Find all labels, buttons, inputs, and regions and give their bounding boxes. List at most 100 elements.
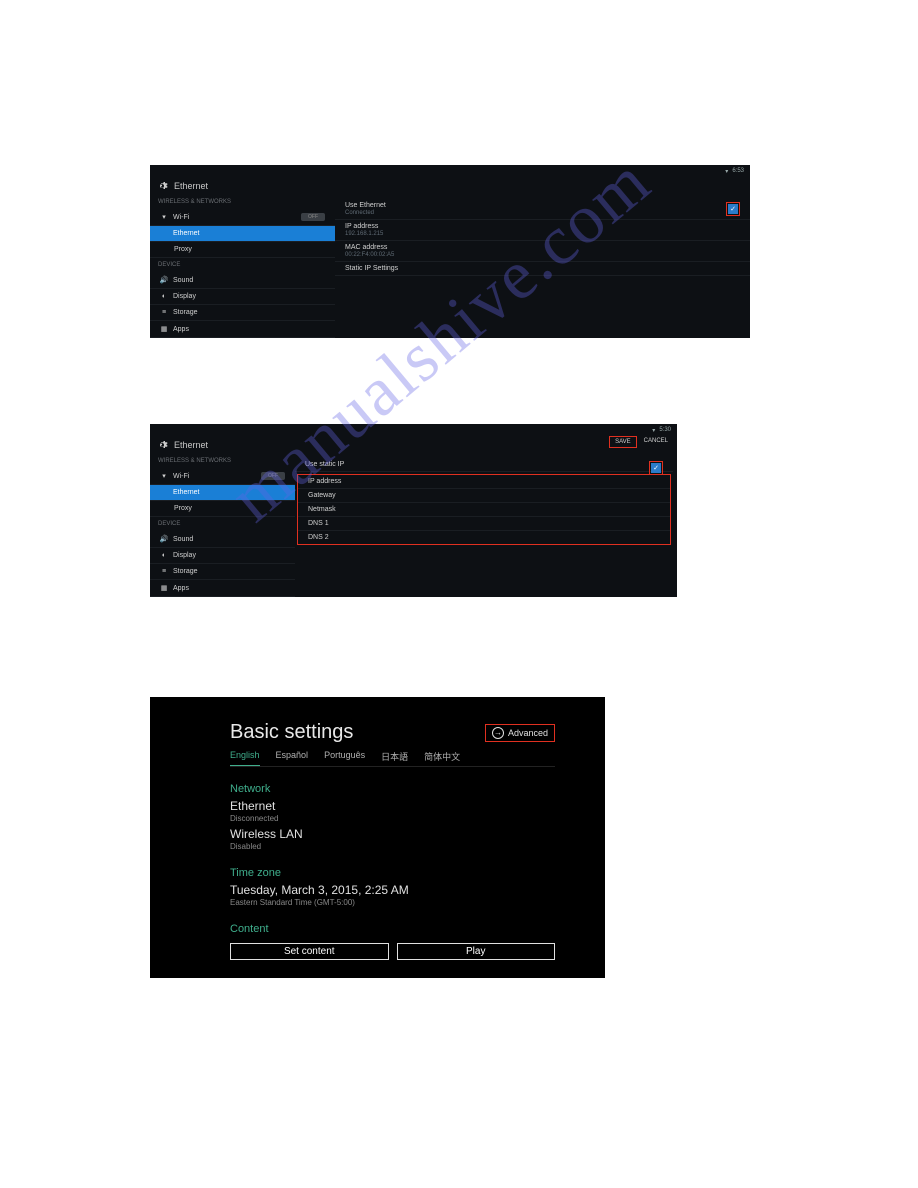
- entry-status: Disabled: [230, 842, 555, 851]
- use-ethernet-row[interactable]: ✓ Use Ethernet Connected: [335, 199, 750, 220]
- wifi-toggle[interactable]: OFF: [301, 213, 325, 221]
- gear-icon: [156, 439, 168, 451]
- sidebar-section-wireless: WIRELESS & NETWORKS: [150, 195, 335, 209]
- cancel-button[interactable]: CANCEL: [639, 436, 673, 448]
- language-tabs: English Español Português 日本語 简体中文: [230, 750, 555, 767]
- main-content: ✓ Use Ethernet Connected IP address 192.…: [335, 195, 750, 338]
- clock: 6:53: [732, 168, 744, 174]
- set-content-button[interactable]: Set content: [230, 943, 389, 960]
- tab-portugues[interactable]: Português: [324, 750, 365, 766]
- wifi-icon: ▾: [160, 472, 168, 480]
- sidebar-item-sound[interactable]: 🔊 Sound: [150, 531, 295, 548]
- tab-english[interactable]: English: [230, 750, 260, 766]
- sidebar-item-storage[interactable]: ≡Storage: [150, 564, 295, 580]
- sidebar-item-ethernet[interactable]: Ethernet: [150, 485, 295, 501]
- arrow-right-circle-icon: →: [492, 727, 504, 739]
- ethernet-entry[interactable]: Ethernet Disconnected: [230, 799, 555, 823]
- sidebar-label: Wi-Fi: [173, 214, 189, 221]
- row-label: IP address: [308, 478, 660, 485]
- row-label: DNS 1: [308, 520, 660, 527]
- ip-address-field[interactable]: IP address: [298, 475, 670, 489]
- sidebar: WIRELESS & NETWORKS ▾ Wi-Fi OFF Ethernet…: [150, 195, 335, 338]
- sidebar-section-wireless: WIRELESS & NETWORKS: [150, 454, 295, 468]
- settings-panel-2: ▾ 5:30 SAVE CANCEL Ethernet WIRELESS & N…: [150, 424, 677, 597]
- row-label: Gateway: [308, 492, 660, 499]
- apps-icon: ▦: [160, 584, 168, 592]
- clock: 5:30: [659, 427, 671, 433]
- netmask-field[interactable]: Netmask: [298, 503, 670, 517]
- page-title: Ethernet: [174, 181, 208, 191]
- entry-label: Ethernet: [230, 799, 555, 813]
- advanced-button[interactable]: → Advanced: [485, 724, 555, 742]
- row-label: MAC address: [345, 244, 740, 251]
- sidebar-label: Wi-Fi: [173, 473, 189, 480]
- tab-chinese[interactable]: 简体中文: [424, 750, 460, 766]
- sidebar-section-device: DEVICE: [150, 517, 295, 531]
- timezone-section-header: Time zone: [230, 867, 555, 879]
- row-label: IP address: [345, 223, 740, 230]
- sidebar-label: Storage: [173, 309, 198, 316]
- sidebar-item-apps[interactable]: ▦Apps: [150, 321, 335, 338]
- wifi-status-icon: ▾: [725, 168, 728, 175]
- dns2-field[interactable]: DNS 2: [298, 531, 670, 544]
- mac-address-row: MAC address 00:22:F4:00:02:A5: [335, 241, 750, 262]
- save-cancel-bar: SAVE CANCEL: [609, 436, 673, 448]
- wlan-entry[interactable]: Wireless LAN Disabled: [230, 827, 555, 851]
- row-label: Netmask: [308, 506, 660, 513]
- sidebar-label: Proxy: [174, 505, 192, 512]
- row-label: Static IP Settings: [345, 265, 740, 272]
- static-ip-row[interactable]: Static IP Settings: [335, 262, 750, 276]
- dns1-field[interactable]: DNS 1: [298, 517, 670, 531]
- row-sublabel: 00:22:F4:00:02:A5: [345, 252, 740, 258]
- sidebar-item-sound[interactable]: 🔊 Sound: [150, 272, 335, 289]
- row-sublabel: Connected: [345, 210, 740, 216]
- wifi-icon: ▾: [160, 213, 168, 221]
- sidebar-item-display[interactable]: ◐Display: [150, 548, 295, 564]
- wifi-toggle[interactable]: OFF: [261, 472, 285, 480]
- row-sublabel: 192.168.1.215: [345, 231, 740, 237]
- use-static-ip-row[interactable]: ✓ Use static IP: [295, 458, 673, 472]
- title-bar: Ethernet: [150, 177, 750, 195]
- speaker-icon: 🔊: [160, 535, 168, 543]
- gateway-field[interactable]: Gateway: [298, 489, 670, 503]
- sidebar-label: Ethernet: [173, 489, 199, 496]
- checkbox-checked-icon[interactable]: ✓: [651, 463, 661, 473]
- sidebar-item-wifi[interactable]: ▾ Wi-Fi OFF: [150, 209, 335, 226]
- sidebar-label: Sound: [173, 277, 193, 284]
- sidebar-label: Display: [173, 293, 196, 300]
- storage-icon: ≡: [160, 309, 168, 316]
- status-bar: ▾ 5:30: [150, 424, 677, 436]
- apps-icon: ▦: [160, 325, 168, 333]
- sidebar-label: Proxy: [174, 246, 192, 253]
- sidebar-item-proxy[interactable]: Proxy: [150, 242, 335, 258]
- save-button[interactable]: SAVE: [609, 436, 637, 448]
- static-ip-fields-highlight: IP address Gateway Netmask DNS 1 DNS 2: [297, 474, 671, 545]
- advanced-label: Advanced: [508, 728, 548, 738]
- basic-settings-panel: Basic settings → Advanced English Españo…: [150, 697, 605, 978]
- sidebar-item-storage[interactable]: ≡ Storage: [150, 305, 335, 321]
- sidebar: WIRELESS & NETWORKS ▾ Wi-Fi OFF Ethernet…: [150, 454, 295, 597]
- entry-status: Eastern Standard Time (GMT-5:00): [230, 898, 555, 907]
- content-buttons: Set content Play: [230, 943, 555, 960]
- entry-label: Tuesday, March 3, 2015, 2:25 AM: [230, 883, 555, 897]
- sidebar-item-apps[interactable]: ▦Apps: [150, 580, 295, 597]
- tab-espanol[interactable]: Español: [276, 750, 309, 766]
- play-button[interactable]: Play: [397, 943, 556, 960]
- storage-icon: ≡: [160, 568, 168, 575]
- sidebar-label: Sound: [173, 536, 193, 543]
- checkbox-checked-icon[interactable]: ✓: [728, 204, 738, 214]
- brightness-icon: ◐: [160, 293, 168, 300]
- sidebar-item-wifi[interactable]: ▾ Wi-Fi OFF: [150, 468, 295, 485]
- sidebar-item-display[interactable]: ◐ Display: [150, 289, 335, 305]
- network-section-header: Network: [230, 783, 555, 795]
- ip-address-row: IP address 192.168.1.215: [335, 220, 750, 241]
- datetime-entry[interactable]: Tuesday, March 3, 2015, 2:25 AM Eastern …: [230, 883, 555, 907]
- sidebar-item-proxy[interactable]: Proxy: [150, 501, 295, 517]
- tab-japanese[interactable]: 日本語: [381, 750, 408, 766]
- gear-icon: [156, 180, 168, 192]
- content-section-header: Content: [230, 923, 555, 935]
- speaker-icon: 🔊: [160, 276, 168, 284]
- sidebar-item-ethernet[interactable]: Ethernet: [150, 226, 335, 242]
- sidebar-section-device: DEVICE: [150, 258, 335, 272]
- settings-panel-1: ▾ 6:53 Ethernet WIRELESS & NETWORKS ▾ Wi…: [150, 165, 750, 338]
